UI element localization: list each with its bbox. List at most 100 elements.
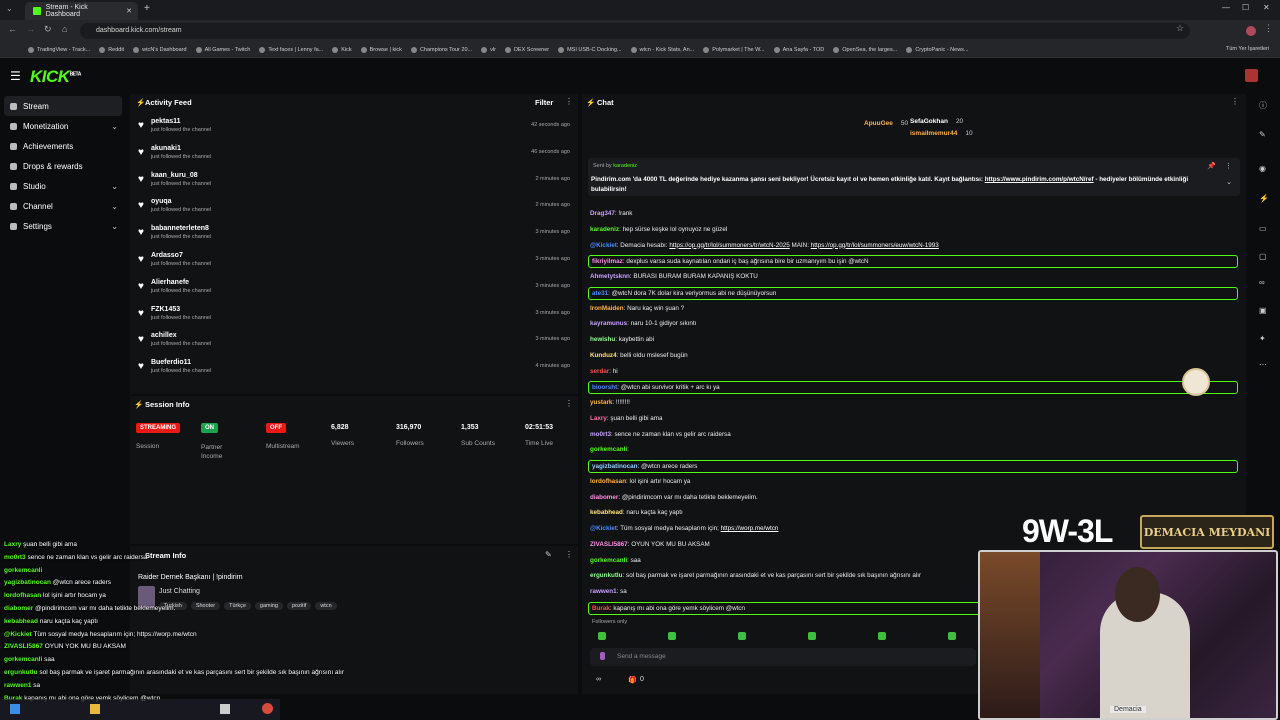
camera-icon[interactable]: ◉ (1259, 164, 1266, 173)
pinned-link[interactable]: https://www.pindirim.com/p/wtcN/ref (985, 176, 1094, 183)
stream-tag[interactable]: pozitif (286, 602, 312, 610)
reload-icon[interactable]: ↻ (44, 24, 52, 35)
emote-icon[interactable] (738, 632, 746, 640)
stream-tag[interactable]: Shooter (190, 602, 221, 610)
chat-username[interactable]: serdar (590, 368, 609, 375)
chat-username[interactable]: Laxry (590, 415, 607, 422)
follower-name[interactable]: Bueferdio11 (151, 359, 211, 366)
edit-stream-icon[interactable]: ✎ (545, 550, 552, 559)
bookmark-star-icon[interactable]: ☆ (1176, 23, 1184, 34)
mic-icon[interactable] (600, 652, 605, 660)
share-icon[interactable]: ⋯ (1259, 360, 1267, 369)
chat-username[interactable]: Burak (592, 605, 610, 612)
chat-username[interactable]: ergunkutlu (590, 572, 623, 579)
bookmark-item[interactable]: CryptoPanic - News... (906, 46, 969, 53)
follower-name[interactable]: oyuqa (151, 198, 211, 205)
chevron-down-icon[interactable]: ⌄ (111, 202, 118, 211)
chat-username[interactable]: fikriyilmaz (592, 258, 623, 265)
chat-link[interactable]: https://worp.me/wtcn (721, 525, 779, 532)
chat-username[interactable]: kebabhead (590, 509, 623, 516)
bookmark-item[interactable]: TradingView - Track... (28, 46, 90, 53)
leaderboard-entry[interactable]: ApuuGee 50 (864, 120, 908, 127)
emote-icon[interactable] (668, 632, 676, 640)
session-more-icon[interactable]: ⋮ (565, 399, 573, 408)
sidebar-item-achievements[interactable]: Achievements (0, 136, 128, 156)
emote-icon[interactable] (808, 632, 816, 640)
bookmark-item[interactable]: DEX Screener (504, 46, 549, 53)
follower-name[interactable]: FZK1453 (151, 306, 211, 313)
chat-username[interactable]: karadeniz (590, 226, 619, 233)
chat-username[interactable]: IronMaiden (590, 305, 624, 312)
chat-username[interactable]: mo0rt3 (590, 431, 611, 438)
leaderboard-entry[interactable]: SefaGokhan 20 (910, 118, 963, 125)
stream-tag[interactable]: wtcn (315, 602, 337, 610)
bookmark-item[interactable]: Champions Tour 20... (410, 46, 472, 53)
follower-name[interactable]: pektas11 (151, 118, 211, 125)
pinned-sender[interactable]: karadeniz (613, 163, 637, 169)
back-icon[interactable]: ← (8, 24, 17, 34)
emote-icon[interactable] (878, 632, 886, 640)
all-bookmarks[interactable]: Tüm Yer İşaretleri (1226, 46, 1269, 52)
gift-icon[interactable]: 🎁 (628, 676, 637, 684)
activity-more-icon[interactable]: ⋮ (565, 97, 573, 106)
chat-username[interactable]: Drag347 (590, 210, 615, 217)
sidebar-item-monetization[interactable]: Monetization ⌄ (0, 116, 128, 136)
chat-username[interactable]: hewishu (590, 336, 615, 343)
chevron-down-icon[interactable]: ⌄ (111, 122, 118, 131)
close-tab-icon[interactable]: ✕ (126, 7, 132, 15)
follower-name[interactable]: Ardasso7 (151, 252, 211, 259)
info-icon[interactable]: ⓘ (1259, 100, 1267, 111)
chat-username[interactable]: @Kickiet (590, 242, 617, 249)
window-close-icon[interactable]: ✕ (1263, 3, 1270, 12)
bookmark-item[interactable]: Browse | kick (360, 46, 402, 53)
chat-username[interactable]: Kunduz4 (590, 352, 617, 359)
follower-name[interactable]: Alierhanefe (151, 279, 211, 286)
minimize-icon[interactable]: — (1222, 3, 1230, 12)
chevron-down-icon[interactable]: ⌄ (111, 182, 118, 191)
kick-logo[interactable]: KICKBETA (30, 67, 81, 87)
leaderboard-entry[interactable]: ismailmemur44 10 (910, 130, 973, 137)
forward-icon[interactable]: → (26, 24, 35, 34)
pinned-expand-icon[interactable]: ⌄ (1226, 178, 1232, 186)
chat-username[interactable]: Ahmetytsknn (590, 273, 630, 280)
chat-username[interactable]: yustark (590, 399, 612, 406)
filter-button[interactable]: Filter (535, 98, 553, 107)
chat-username[interactable]: gorkemcanli (590, 557, 627, 564)
maximize-icon[interactable]: ☐ (1242, 3, 1249, 12)
emote-icon[interactable] (598, 632, 606, 640)
bookmark-item[interactable]: Kick (332, 46, 352, 53)
tab-list-icon[interactable]: ⌄ (6, 4, 13, 13)
bookmark-item[interactable]: vlr (481, 46, 496, 53)
chat-input-box[interactable]: Send a message (590, 648, 976, 666)
emote-icon[interactable] (948, 632, 956, 640)
chat-bubble-icon[interactable]: ▢ (1259, 252, 1267, 261)
bookmark-item[interactable]: All Games - Twitch (195, 46, 250, 53)
sidebar-item-drops-rewards[interactable]: Drops & rewards (0, 156, 128, 176)
lightning-icon[interactable]: ⚡ (1259, 194, 1269, 203)
bookmark-item[interactable]: OpenSea, the larges... (833, 46, 897, 53)
browser-tab[interactable]: Stream - Kick Dashboard ✕ (25, 2, 138, 20)
link-icon[interactable]: ∞ (1259, 278, 1265, 287)
stream-more-icon[interactable]: ⋮ (565, 550, 573, 559)
app-icon[interactable] (220, 704, 230, 714)
chat-username[interactable]: ate31 (592, 290, 608, 297)
home-icon[interactable]: ⌂ (62, 24, 67, 34)
bookmark-item[interactable]: Text faces | Lenny fa... (259, 46, 323, 53)
sidebar-item-studio[interactable]: Studio ⌄ (0, 176, 128, 196)
chrome-icon[interactable] (262, 703, 273, 714)
url-field[interactable]: dashboard.kick.com/stream (80, 23, 1190, 39)
chat-username[interactable]: gorkemcanli (590, 446, 627, 453)
bookmark-item[interactable]: Reddit (99, 46, 124, 53)
chat-username[interactable]: yagizbatinocan (592, 463, 638, 470)
pen-icon[interactable]: ✎ (1259, 130, 1266, 139)
windows-start-icon[interactable] (10, 704, 20, 714)
stream-tag[interactable]: Türkçe (224, 602, 251, 610)
new-tab-icon[interactable]: + (144, 3, 150, 14)
follower-name[interactable]: babanneterleten8 (151, 225, 211, 232)
chat-username[interactable]: bioorsht (592, 384, 617, 391)
chat-username[interactable]: lordofhasan (590, 478, 626, 485)
profile-avatar[interactable] (1246, 26, 1256, 36)
chat-link[interactable]: https://op.gg/tr/lol/summoners/euw/wtcN-… (811, 242, 939, 249)
chat-link[interactable]: https://op.gg/tr/lol/summoners/tr/wtcN-2… (669, 242, 789, 249)
chat-more-icon[interactable]: ⋮ (1231, 97, 1239, 106)
